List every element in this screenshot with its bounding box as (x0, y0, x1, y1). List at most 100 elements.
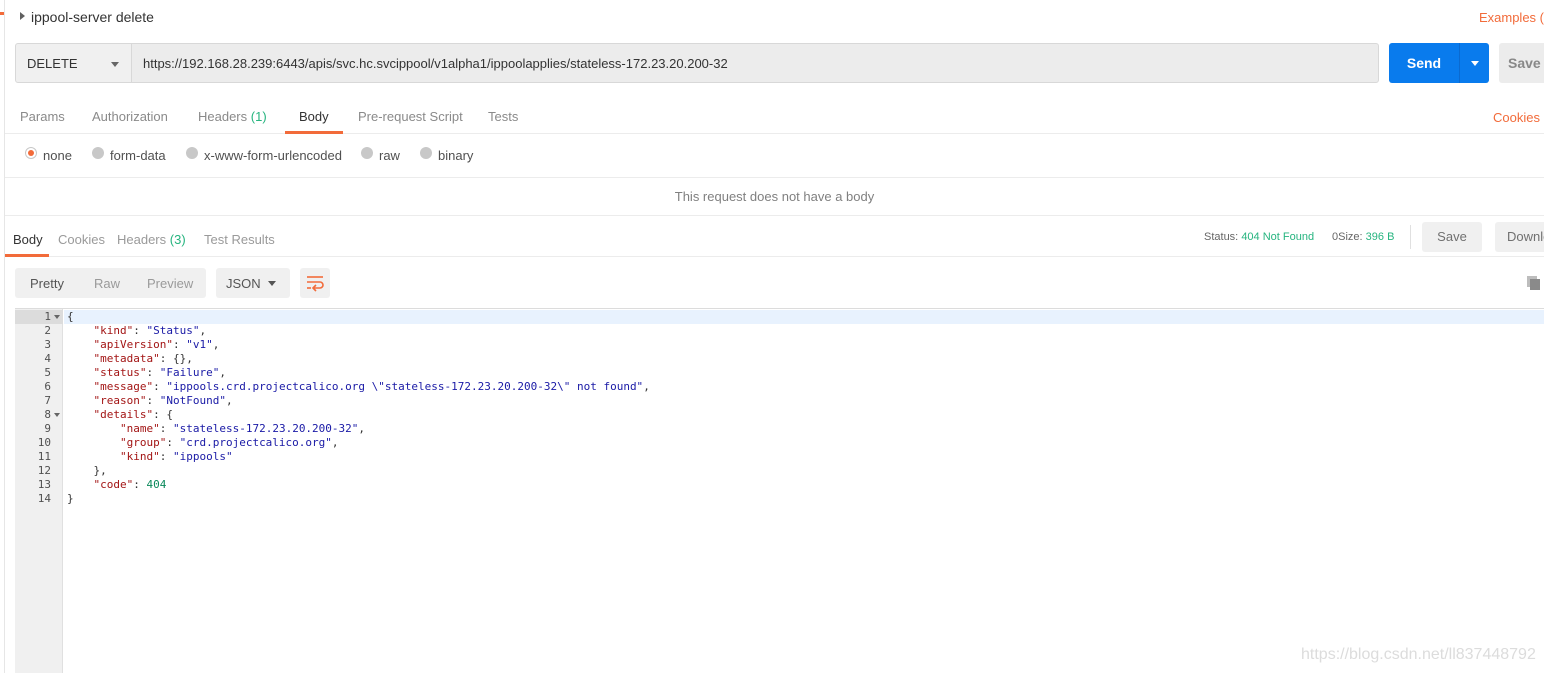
response-tab-headers-label: Headers (117, 232, 167, 247)
line-number: 8 (44, 408, 51, 421)
line-number: 4 (44, 352, 51, 365)
json-key: "group" (119, 436, 167, 449)
tab-tests[interactable]: Tests (488, 109, 518, 124)
fold-toggle-icon[interactable] (54, 315, 60, 319)
response-view-toolbar: Pretty Raw Preview JSON (15, 268, 1544, 298)
code-line: } (67, 492, 74, 506)
json-key: "details" (93, 408, 154, 421)
caret-right-icon[interactable] (20, 12, 25, 20)
no-body-message: This request does not have a body (5, 179, 1544, 216)
chevron-down-icon (268, 281, 276, 286)
wrap-lines-icon (307, 276, 324, 292)
json-string: "Failure" (159, 366, 220, 379)
response-tab-test-results[interactable]: Test Results (204, 232, 275, 247)
request-title[interactable]: ippool-server delete (31, 9, 154, 25)
save-response-button[interactable]: Save (1422, 222, 1482, 252)
json-key: "status" (93, 366, 147, 379)
line-number: 3 (44, 338, 51, 351)
line-number: 1 (44, 310, 51, 323)
url-bar: DELETE Send Save (15, 43, 1544, 83)
view-preview-button[interactable]: Preview (147, 276, 193, 291)
view-raw-button[interactable]: Raw (94, 276, 120, 291)
json-string: "ippools.crd.projectcalico.org \"statele… (166, 380, 644, 393)
tab-headers[interactable]: Headers (1) (198, 109, 267, 124)
json-string: "crd.projectcalico.org" (179, 436, 332, 449)
radio-unselected-icon (92, 147, 104, 159)
wrap-lines-button[interactable] (300, 268, 330, 298)
status-label: Status: (1204, 231, 1239, 243)
tab-authorization[interactable]: Authorization (92, 109, 168, 124)
code-line: "apiVersion": "v1", (93, 338, 220, 351)
json-key: "kind" (119, 450, 160, 463)
request-tabs: Params Authorization Headers (1) Body Pr… (5, 96, 1544, 134)
tab-body[interactable]: Body (299, 109, 329, 124)
line-number: 13 (37, 478, 51, 491)
body-type-options: none form-data x-www-form-urlencoded raw… (5, 134, 1544, 178)
code-token: } (67, 492, 74, 505)
examples-link[interactable]: Examples ( (1479, 10, 1544, 25)
tab-pre-request-script[interactable]: Pre-request Script (358, 109, 463, 124)
code-line: "reason": "NotFound", (93, 394, 233, 407)
response-tabs: Body Cookies Headers (3) Test Results St… (5, 217, 1544, 257)
response-tab-cookies[interactable]: Cookies (58, 232, 105, 247)
json-number: 404 (146, 478, 167, 491)
json-string: "Status" (146, 324, 200, 337)
json-string: "NotFound" (159, 394, 226, 407)
watermark: https://blog.csdn.net/ll837448792 (1301, 646, 1536, 663)
chevron-down-icon (1471, 61, 1479, 66)
tab-headers-count: (1) (250, 109, 267, 124)
code-line: "details": { (93, 408, 173, 421)
line-number: 12 (37, 464, 51, 477)
radio-label: binary (438, 148, 474, 163)
json-string: "v1" (186, 338, 213, 351)
json-object: {}, (172, 352, 193, 365)
save-request-button[interactable]: Save (1499, 43, 1544, 83)
line-number-gutter: 1 2 3 4 5 6 7 8 9 10 11 12 13 14 (15, 309, 63, 673)
line-number: 7 (44, 394, 51, 407)
line-number: 5 (44, 366, 51, 379)
code-line: "code": 404 (93, 478, 167, 491)
radio-selected-icon (25, 147, 37, 159)
line-number: 11 (37, 450, 51, 463)
json-key: "reason" (93, 394, 147, 407)
method-select[interactable]: DELETE (15, 43, 132, 83)
url-input[interactable] (131, 43, 1379, 83)
size-readout: 0Size: 396 B (1332, 231, 1394, 243)
json-string: "ippools" (172, 450, 233, 463)
radio-unselected-icon (186, 147, 198, 159)
download-button[interactable]: Download (1495, 222, 1544, 252)
tab-params[interactable]: Params (20, 109, 65, 124)
active-line-highlight (64, 310, 1544, 324)
fold-toggle-icon[interactable] (54, 413, 60, 417)
code-line: "kind": "Status", (93, 324, 207, 337)
format-select[interactable]: JSON (216, 268, 290, 298)
json-string: "stateless-172.23.20.200-32" (172, 422, 359, 435)
radio-label: none (43, 148, 72, 163)
radio-unselected-icon (420, 147, 432, 159)
send-button[interactable]: Send (1389, 43, 1459, 83)
status-value[interactable]: 404 Not Found (1241, 231, 1314, 243)
response-tab-body[interactable]: Body (13, 232, 43, 247)
tab-headers-label: Headers (198, 109, 248, 124)
response-tab-headers[interactable]: Headers (3) (117, 232, 186, 247)
code-line: { (67, 310, 74, 324)
size-value[interactable]: 396 B (1366, 231, 1395, 243)
json-key: "name" (119, 422, 160, 435)
request-title-row: ippool-server delete Examples ( (5, 0, 1544, 34)
code-token: { (166, 408, 173, 421)
view-pretty-button[interactable]: Pretty (30, 276, 64, 291)
copy-icon[interactable] (1526, 275, 1542, 291)
json-key: "metadata" (93, 352, 160, 365)
code-line: "kind": "ippools" (119, 450, 233, 463)
code-line: }, (67, 464, 107, 478)
method-value: DELETE (27, 56, 78, 71)
code-token: { (67, 310, 74, 323)
code-token: }, (93, 464, 107, 477)
code-line: "message": "ippools.crd.projectcalico.or… (93, 380, 650, 393)
send-options-button[interactable] (1459, 43, 1489, 83)
radio-label: x-www-form-urlencoded (204, 148, 342, 163)
line-number: 10 (37, 436, 51, 449)
response-code-editor[interactable]: 1 2 3 4 5 6 7 8 9 10 11 12 13 14 { "kind… (15, 308, 1544, 673)
json-key: "message" (93, 380, 154, 393)
cookies-link[interactable]: Cookies (1493, 110, 1540, 125)
